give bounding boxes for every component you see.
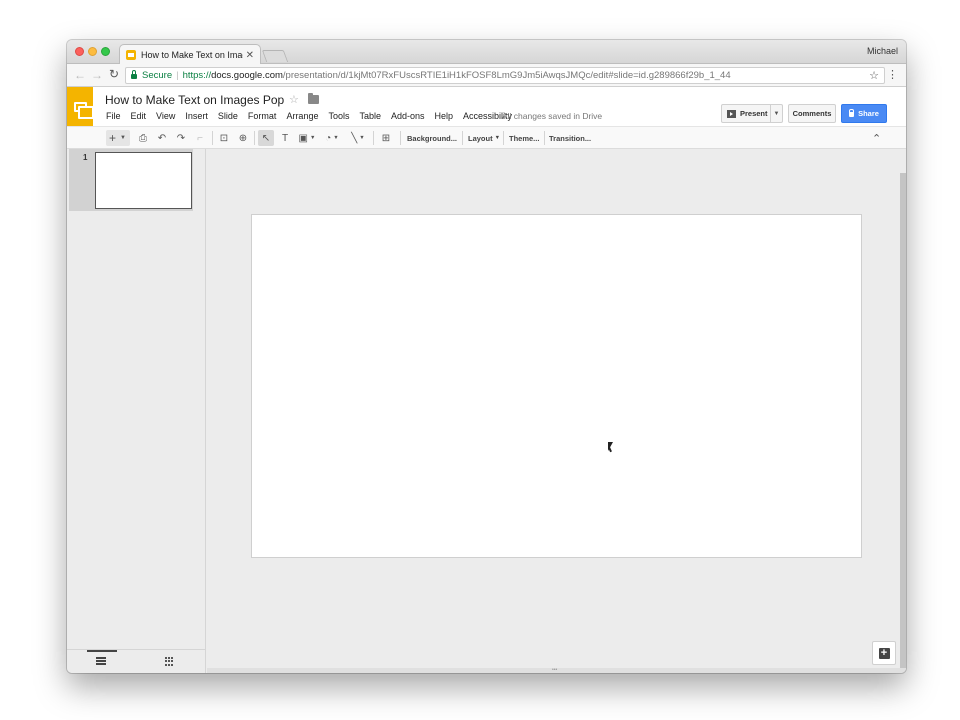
menu-arrange[interactable]: Arrange <box>286 111 318 121</box>
new-slide-dropdown-icon[interactable]: ▼ <box>120 135 126 141</box>
layout-button[interactable]: Layout ▼ <box>468 130 500 146</box>
url-scheme: https:// <box>182 70 212 81</box>
window-minimize-button[interactable] <box>88 47 97 56</box>
slides-logo-icon <box>73 101 94 119</box>
toolbar-divider <box>373 131 374 145</box>
slides-logo[interactable] <box>67 87 94 126</box>
secure-label: Secure <box>142 70 173 81</box>
star-icon[interactable]: ☆ <box>289 93 299 106</box>
slide-canvas[interactable] <box>251 214 862 558</box>
slide-thumbnail[interactable] <box>95 152 192 209</box>
explore-button[interactable]: + <box>872 641 896 665</box>
collapse-chevron-icon[interactable]: ⌃ <box>872 130 881 146</box>
layout-label: Layout <box>468 133 493 143</box>
vertical-scrollbar[interactable] <box>900 173 906 668</box>
slide-number: 1 <box>83 153 88 162</box>
forward-icon[interactable]: → <box>91 68 103 82</box>
line-icon[interactable]: ╲ ▼ <box>347 130 369 146</box>
toolbar-divider <box>544 131 545 145</box>
new-slide-button[interactable]: + ▼ <box>106 130 130 146</box>
toolbar-divider <box>212 131 213 145</box>
image-icon[interactable]: ▣ ▼ <box>296 130 318 146</box>
address-bar: ← → ↻ Secure | https:// docs.google.com … <box>67 64 906 87</box>
menu-bar: File Edit View Insert Slide Format Arran… <box>106 111 522 121</box>
bookmark-star-icon[interactable]: ☆ <box>869 69 879 82</box>
title-bar: How to Make Text on Images P ✕ Michael <box>67 40 906 65</box>
menu-kebab-icon[interactable]: ⋮ <box>887 68 898 81</box>
folder-icon[interactable] <box>308 93 319 104</box>
mouse-cursor-icon <box>608 442 613 451</box>
menu-help[interactable]: Help <box>435 111 454 121</box>
print-icon[interactable]: ⎙ <box>135 130 151 146</box>
document-title[interactable]: How to Make Text on Images Pop <box>105 93 284 107</box>
menu-view[interactable]: View <box>156 111 175 121</box>
menu-slide[interactable]: Slide <box>218 111 238 121</box>
menu-insert[interactable]: Insert <box>185 111 208 121</box>
zoom-icon[interactable]: ⊕ <box>235 130 251 146</box>
toolbar-divider <box>462 131 463 145</box>
select-cursor-icon[interactable]: ↖ <box>258 130 274 146</box>
transition-button[interactable]: Transition... <box>549 130 591 146</box>
new-tab-button[interactable] <box>261 50 289 62</box>
window-close-button[interactable] <box>75 47 84 56</box>
url-separator: | <box>176 70 179 81</box>
url-path: /presentation/d/1kjMt07RxFUscsRTIE1iH1kF… <box>282 70 731 81</box>
share-label: Share <box>858 109 879 118</box>
view-switcher <box>67 649 206 673</box>
toolbar-divider <box>400 131 401 145</box>
window-maximize-button[interactable] <box>101 47 110 56</box>
tab-close-icon[interactable]: ✕ <box>246 50 254 61</box>
comments-button[interactable]: Comments <box>788 104 836 123</box>
comment-add-icon[interactable]: ⊞ <box>378 130 394 146</box>
active-view-indicator <box>87 650 117 652</box>
profile-name[interactable]: Michael <box>867 46 898 56</box>
save-status: All changes saved in Drive <box>502 111 603 121</box>
slide-filmstrip: 1 <box>67 149 206 673</box>
explore-plus-icon: + <box>878 647 890 659</box>
slide-thumbnail-row[interactable]: 1 <box>69 149 193 211</box>
speaker-notes-resize-bar[interactable]: ••• <box>207 668 906 673</box>
text-box-icon[interactable]: T <box>277 130 293 146</box>
url-host: docs.google.com <box>211 70 283 81</box>
grid-view-icon[interactable] <box>165 657 175 666</box>
reload-icon[interactable]: ↻ <box>109 67 119 81</box>
menu-edit[interactable]: Edit <box>131 111 147 121</box>
resize-grip-icon[interactable]: ••• <box>552 668 557 673</box>
toolbar-divider <box>503 131 504 145</box>
menu-tools[interactable]: Tools <box>328 111 349 121</box>
browser-tab-active[interactable]: How to Make Text on Images P ✕ <box>119 44 261 65</box>
url-input[interactable]: Secure | https:// docs.google.com /prese… <box>125 67 885 84</box>
layout-dropdown-icon: ▼ <box>494 135 501 141</box>
present-icon <box>727 109 736 118</box>
menu-add-ons[interactable]: Add-ons <box>391 111 425 121</box>
shape-icon[interactable]: ◔ ▼ <box>321 130 343 146</box>
browser-window: How to Make Text on Images P ✕ Michael ←… <box>67 40 906 673</box>
filmstrip-view-icon[interactable] <box>96 657 106 665</box>
theme-button[interactable]: Theme... <box>509 130 539 146</box>
present-dropdown-icon[interactable]: ▼ <box>770 105 782 122</box>
toolbar-divider <box>254 131 255 145</box>
menu-format[interactable]: Format <box>248 111 277 121</box>
menu-file[interactable]: File <box>106 111 121 121</box>
background-button[interactable]: Background... <box>407 130 457 146</box>
paint-format-icon[interactable]: ⌐ <box>192 130 208 146</box>
share-lock-icon <box>849 109 855 117</box>
editing-toolbar: + ▼ ⎙ ↶ ↷ ⌐ ⊡ ⊕ ↖ T ▣ ▼ ◔ ▼ ╲ ▼ ⊞ Background… <box>67 126 906 149</box>
menu-table[interactable]: Table <box>359 111 381 121</box>
present-label: Present <box>740 109 768 118</box>
tab-title: How to Make Text on Images P <box>141 50 243 60</box>
fit-zoom-icon[interactable]: ⊡ <box>216 130 232 146</box>
undo-icon[interactable]: ↶ <box>154 130 170 146</box>
doc-header: How to Make Text on Images Pop ☆ File Ed… <box>67 87 906 126</box>
editor-canvas: + <box>207 149 900 668</box>
present-button[interactable]: Present ▼ <box>721 104 783 123</box>
back-icon[interactable]: ← <box>74 68 86 82</box>
share-button[interactable]: Share <box>841 104 887 123</box>
slides-favicon-icon <box>126 50 136 60</box>
redo-icon[interactable]: ↷ <box>173 130 189 146</box>
lock-icon <box>131 70 137 79</box>
